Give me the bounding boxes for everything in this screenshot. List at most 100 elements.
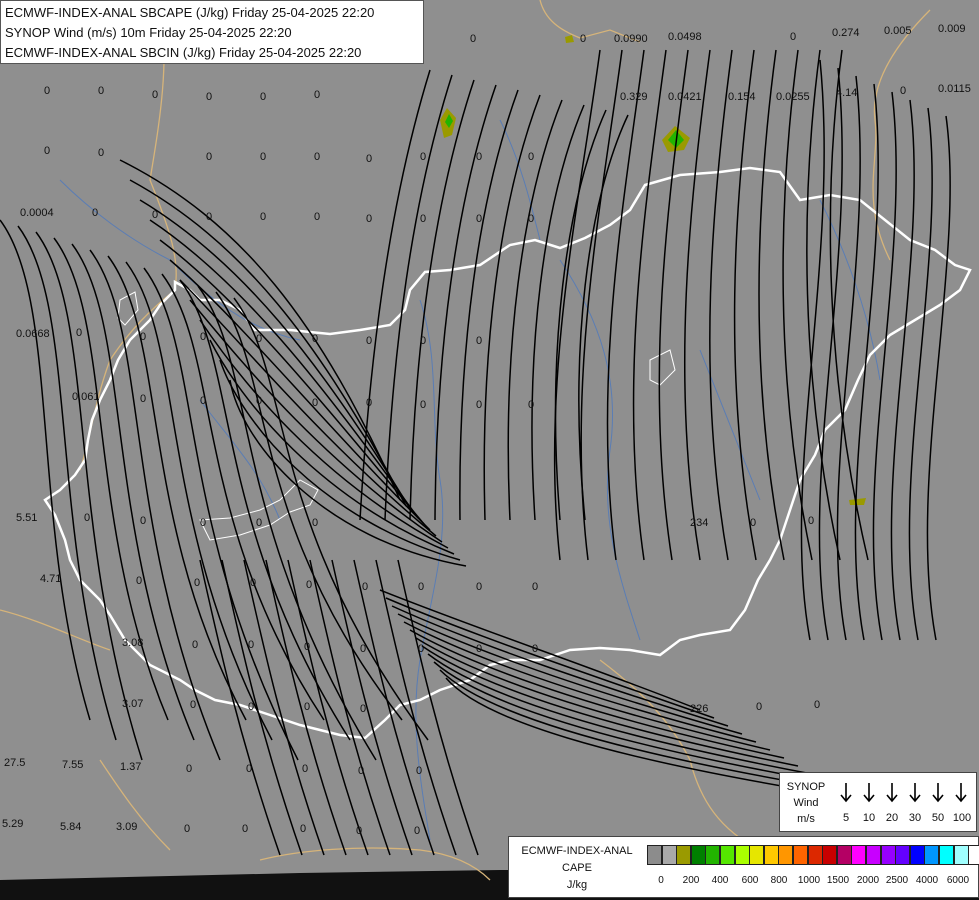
map-value-label: 0.0004	[20, 207, 54, 219]
map-value-label: 0	[152, 89, 158, 101]
cape-tick-label: 400	[711, 875, 729, 886]
map-value-label: 0	[808, 515, 814, 527]
cape-color-swatch	[836, 845, 852, 865]
map-value-label: 5.51	[16, 512, 37, 524]
map-value-label: 0	[360, 643, 366, 655]
map-value-label: 0	[312, 333, 318, 345]
title-sbcin: ECMWF-INDEX-ANAL SBCIN (J/kg) Friday 25-…	[5, 45, 362, 60]
cape-color-swatch	[661, 845, 677, 865]
map-value-label: 0	[314, 211, 320, 223]
map-value-label: 0	[98, 147, 104, 159]
map-value-label: 226	[690, 703, 708, 715]
map-value-label: 0	[414, 825, 420, 837]
weather-map: 0 0 0.0990 0.0498 0 0.274 0.005 0.009 0 0 0 0 0 0 0.32…	[0, 0, 979, 900]
cape-color-swatch	[866, 845, 881, 865]
map-value-label: 0	[304, 701, 310, 713]
map-value-label: 0	[420, 335, 426, 347]
cape-color-swatch	[734, 845, 750, 865]
map-value-label: 0	[140, 515, 146, 527]
map-title-box: ECMWF-INDEX-ANAL SBCAPE (J/kg) Friday 25…	[0, 0, 424, 64]
wind-speed-50: 50	[931, 812, 945, 824]
cape-tick-label: 600	[741, 875, 759, 886]
map-value-label: 0	[790, 31, 796, 43]
map-value-label: 4.14	[836, 87, 857, 99]
cape-tick-label: 4000	[915, 875, 939, 886]
map-value-label: 0	[192, 639, 198, 651]
map-value-label: 0	[260, 91, 266, 103]
wind-legend-unit: m/s	[797, 813, 815, 825]
map-value-label: 0	[314, 89, 320, 101]
map-value-label: 0	[84, 512, 90, 524]
map-value-label: 0	[312, 397, 318, 409]
cape-color-swatch	[705, 845, 721, 865]
map-value-label: 0	[360, 703, 366, 715]
map-value-label: 0.0668	[16, 328, 50, 340]
map-value-label: 0	[416, 765, 422, 777]
map-value-label: 0	[200, 517, 206, 529]
cape-color-swatch	[895, 845, 911, 865]
map-value-label: 0.154	[728, 91, 756, 103]
cape-tick-label: 800	[770, 875, 788, 886]
cape-tick-label: 200	[682, 875, 700, 886]
map-value-label: 0	[366, 397, 372, 409]
cape-color-swatch	[851, 845, 867, 865]
map-value-label: 0	[300, 823, 306, 835]
map-value-label: 0	[256, 395, 262, 407]
cape-tick-label: 0	[658, 875, 664, 886]
map-value-label: 3.07	[122, 698, 143, 710]
map-value-label: 0	[528, 399, 534, 411]
map-value-label: 0	[140, 331, 146, 343]
map-value-label: 0	[418, 643, 424, 655]
map-value-label: 0	[532, 581, 538, 593]
map-value-label: 0	[242, 823, 248, 835]
map-value-label: 0	[246, 763, 252, 775]
cape-color-swatch	[793, 845, 808, 865]
wind-speed-5: 5	[842, 812, 850, 824]
map-value-label: 0	[312, 517, 318, 529]
wind-legend: SYNOP Wind m/s 5 10 20 30 50 100	[779, 772, 977, 832]
map-value-label: 3.08	[122, 637, 143, 649]
map-value-label: 0	[418, 581, 424, 593]
map-value-label: 3.09	[116, 821, 137, 833]
map-value-label: 0.329	[620, 91, 648, 103]
map-value-label: 0	[304, 641, 310, 653]
map-value-label: 0.0421	[668, 91, 702, 103]
map-value-label: 0	[76, 327, 82, 339]
map-value-label: 27.5	[4, 757, 25, 769]
cape-color-swatch	[720, 845, 735, 865]
map-value-label: 0.0990	[614, 33, 648, 45]
map-value-label: 0.0498	[668, 31, 702, 43]
cape-color-swatch	[909, 845, 925, 865]
cape-legend: ECMWF-INDEX-ANAL CAPE J/kg 0 200 400 600 800…	[508, 836, 979, 898]
map-value-label: 0	[420, 213, 426, 225]
map-value-label: 0	[200, 331, 206, 343]
wind-legend-title: SYNOP	[786, 781, 826, 793]
cape-legend-unit: J/kg	[566, 879, 588, 891]
map-value-label: 0	[260, 211, 266, 223]
map-value-label: 0	[44, 145, 50, 157]
map-value-label: 0	[206, 151, 212, 163]
cape-tick-label: 6000	[946, 875, 970, 886]
cape-color-swatch	[676, 845, 692, 865]
cape-legend-subtitle: CAPE	[562, 862, 592, 874]
map-value-label: 0	[302, 763, 308, 775]
map-value-label: 0	[476, 213, 482, 225]
title-sbcape: ECMWF-INDEX-ANAL SBCAPE (J/kg) Friday 25…	[5, 5, 375, 20]
map-value-label: 0	[476, 151, 482, 163]
map-value-label: 0	[532, 643, 538, 655]
map-value-label: 0	[98, 85, 104, 97]
cape-tick-label: 1000	[797, 875, 821, 886]
map-value-label: 0	[250, 577, 256, 589]
map-value-label: 0	[814, 699, 820, 711]
map-value-label: 0	[528, 151, 534, 163]
map-value-label: 0.0115	[938, 83, 971, 95]
cape-color-swatch	[763, 845, 779, 865]
map-value-label: 5.29	[2, 818, 23, 830]
cape-color-swatch	[953, 845, 969, 865]
map-value-label: 0	[92, 207, 98, 219]
cape-tick-label: 2000	[856, 875, 880, 886]
map-value-label: 5.84	[60, 821, 81, 833]
cape-color-swatch	[968, 845, 979, 865]
map-value-label: 0	[194, 577, 200, 589]
map-value-label: 0	[200, 395, 206, 407]
